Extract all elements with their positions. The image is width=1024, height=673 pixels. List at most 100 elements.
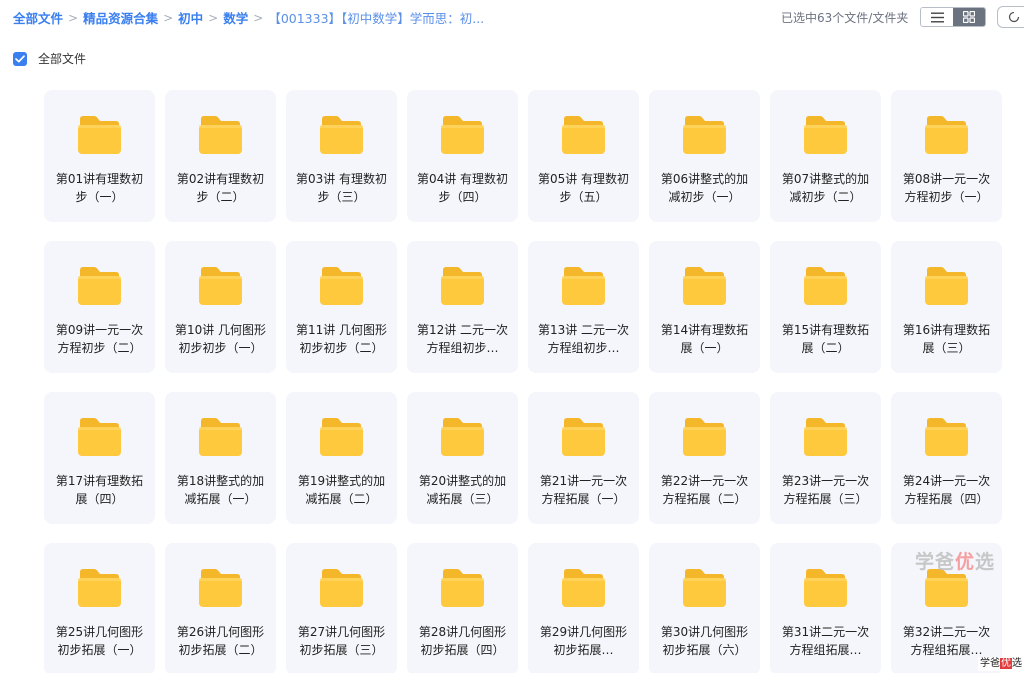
folder-icon <box>198 266 243 306</box>
folder-item[interactable]: 第31讲二元一次方程组拓展… <box>770 543 881 673</box>
brand-badge-highlight: 优 <box>1000 658 1012 669</box>
folder-item[interactable]: 第24讲一元一次方程拓展（四） <box>891 392 1002 524</box>
folder-grid: 第01讲有理数初步（一） 第02讲有理数初步（二） 第03讲 有理数初步（三） 第04… <box>44 90 1002 673</box>
folder-name: 第14讲有理数拓展（一） <box>660 323 749 355</box>
folder-item[interactable]: 第12讲 二元一次方程组初步… <box>407 241 518 373</box>
folder-icon <box>682 115 727 155</box>
folder-icon <box>682 266 727 306</box>
folder-icon <box>440 417 485 457</box>
folder-icon <box>803 417 848 457</box>
folder-icon <box>77 568 122 608</box>
folder-name: 第27讲几何图形初步拓展（三） <box>297 625 386 657</box>
folder-name: 第02讲有理数初步（二） <box>176 172 265 204</box>
folder-name: 第30讲几何图形初步拓展（六） <box>660 625 749 657</box>
folder-icon <box>77 115 122 155</box>
folder-icon <box>440 115 485 155</box>
folder-icon <box>682 417 727 457</box>
folder-item[interactable]: 第27讲几何图形初步拓展（三） <box>286 543 397 673</box>
chevron-right-icon: > <box>68 10 79 25</box>
folder-item[interactable]: 第10讲 几何图形初步初步（一） <box>165 241 276 373</box>
folder-name: 第10讲 几何图形初步初步（一） <box>174 323 267 355</box>
folder-item[interactable]: 第16讲有理数拓展（三） <box>891 241 1002 373</box>
folder-icon <box>924 115 969 155</box>
folder-icon <box>561 115 606 155</box>
folder-name: 第15讲有理数拓展（二） <box>781 323 870 355</box>
folder-icon <box>440 568 485 608</box>
folder-icon <box>561 568 606 608</box>
folder-name: 第18讲整式的加减拓展（一） <box>176 474 265 506</box>
folder-item[interactable]: 第19讲整式的加减拓展（二） <box>286 392 397 524</box>
folder-icon <box>803 115 848 155</box>
breadcrumb-item-junior-high[interactable]: 初中 <box>178 8 203 27</box>
folder-item[interactable]: 第26讲几何图形初步拓展（二） <box>165 543 276 673</box>
folder-icon <box>77 266 122 306</box>
folder-item[interactable]: 第29讲几何图形初步拓展… <box>528 543 639 673</box>
grid-view-button[interactable] <box>953 8 985 26</box>
view-toggle <box>920 7 986 27</box>
select-all-label: 全部文件 <box>38 52 87 66</box>
folder-item[interactable]: 第14讲有理数拓展（一） <box>649 241 760 373</box>
folder-name: 第11讲 几何图形初步初步（二） <box>295 323 388 355</box>
folder-name: 第22讲一元一次方程拓展（二） <box>660 474 749 506</box>
folder-item[interactable]: 第18讲整式的加减拓展（一） <box>165 392 276 524</box>
folder-icon <box>803 266 848 306</box>
folder-item[interactable]: 第04讲 有理数初步（四） <box>407 90 518 222</box>
refresh-button[interactable] <box>997 6 1024 28</box>
folder-item[interactable]: 第15讲有理数拓展（二） <box>770 241 881 373</box>
folder-icon <box>319 417 364 457</box>
watermark-highlight: 优 <box>955 551 976 573</box>
folder-item[interactable]: 第03讲 有理数初步（三） <box>286 90 397 222</box>
breadcrumb-item-all-files[interactable]: 全部文件 <box>13 8 63 27</box>
chevron-right-icon: > <box>208 10 219 25</box>
folder-item[interactable]: 第23讲一元一次方程拓展（三） <box>770 392 881 524</box>
folder-icon <box>924 417 969 457</box>
folder-name: 第09讲一元一次方程初步（二） <box>55 323 144 355</box>
folder-name: 第12讲 二元一次方程组初步… <box>416 323 509 355</box>
folder-item[interactable]: 第30讲几何图形初步拓展（六） <box>649 543 760 673</box>
watermark-text: 学爸 <box>915 551 956 573</box>
folder-icon <box>682 568 727 608</box>
chevron-right-icon: > <box>163 10 174 25</box>
folder-item[interactable]: 第25讲几何图形初步拓展（一） <box>44 543 155 673</box>
folder-name: 第31讲二元一次方程组拓展… <box>781 625 870 657</box>
folder-item[interactable]: 第09讲一元一次方程初步（二） <box>44 241 155 373</box>
folder-name: 第04讲 有理数初步（四） <box>416 172 509 204</box>
folder-item[interactable]: 第06讲整式的加减初步（一） <box>649 90 760 222</box>
select-all: 全部文件 <box>13 50 86 67</box>
folder-icon <box>319 115 364 155</box>
folder-item[interactable]: 第07讲整式的加减初步（二） <box>770 90 881 222</box>
folder-name: 第08讲一元一次方程初步（一） <box>902 172 991 204</box>
folder-name: 第32讲二元一次方程组拓展… <box>902 625 991 657</box>
folder-item[interactable]: 第22讲一元一次方程拓展（二） <box>649 392 760 524</box>
breadcrumb-item-math[interactable]: 数学 <box>223 8 248 27</box>
folder-item[interactable]: 第17讲有理数拓展（四） <box>44 392 155 524</box>
folder-name: 第01讲有理数初步（一） <box>55 172 144 204</box>
folder-name: 第25讲几何图形初步拓展（一） <box>55 625 144 657</box>
folder-icon <box>924 568 969 608</box>
breadcrumb-item-collection[interactable]: 精品资源合集 <box>83 8 158 27</box>
folder-name: 第24讲一元一次方程拓展（四） <box>902 474 991 506</box>
folder-item[interactable]: 第11讲 几何图形初步初步（二） <box>286 241 397 373</box>
folder-icon <box>561 417 606 457</box>
folder-name: 第19讲整式的加减拓展（二） <box>297 474 386 506</box>
folder-item[interactable]: 第08讲一元一次方程初步（一） <box>891 90 1002 222</box>
folder-item[interactable]: 第28讲几何图形初步拓展（四） <box>407 543 518 673</box>
brand-badge-text: 学爸 <box>980 658 1000 669</box>
folder-item[interactable]: 第02讲有理数初步（二） <box>165 90 276 222</box>
folder-item[interactable]: 第05讲 有理数初步（五） <box>528 90 639 222</box>
folder-icon <box>924 266 969 306</box>
folder-item[interactable]: 第20讲整式的加减拓展（三） <box>407 392 518 524</box>
folder-item[interactable]: 第13讲 二元一次方程组初步… <box>528 241 639 373</box>
folder-name: 第03讲 有理数初步（三） <box>295 172 388 204</box>
refresh-icon <box>1008 11 1020 23</box>
list-view-button[interactable] <box>921 8 953 26</box>
folder-icon <box>198 115 243 155</box>
breadcrumb-current: 【001333】【初中数学】学而思：初... <box>268 11 485 26</box>
brand-badge-text-end: 选 <box>1012 658 1022 669</box>
select-all-checkbox[interactable] <box>13 51 27 66</box>
folder-icon <box>319 568 364 608</box>
folder-name: 第20讲整式的加减拓展（三） <box>418 474 507 506</box>
watermark-text-end: 选 <box>975 551 996 573</box>
folder-item[interactable]: 第21讲一元一次方程拓展（一） <box>528 392 639 524</box>
folder-item[interactable]: 第01讲有理数初步（一） <box>44 90 155 222</box>
